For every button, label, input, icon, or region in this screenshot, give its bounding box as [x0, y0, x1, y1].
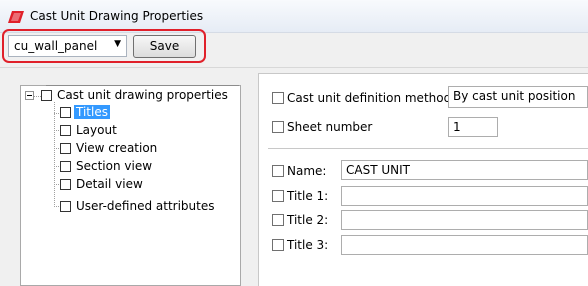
tree-header-line	[46, 85, 239, 86]
toolbar-divider	[0, 67, 588, 68]
tree-connector	[54, 148, 59, 149]
title1-checkbox[interactable]	[272, 190, 284, 202]
name-input[interactable]: CAST UNIT	[341, 160, 588, 180]
definition-method-label: Cast unit definition method	[287, 91, 452, 105]
group-divider	[268, 148, 588, 149]
tree-item-layout-checkbox[interactable]	[60, 125, 71, 136]
tree-connector	[54, 102, 55, 207]
tree-item-view-creation-checkbox[interactable]	[60, 143, 71, 154]
tree-root-label[interactable]: Cast unit drawing properties	[57, 88, 228, 102]
chevron-down-icon[interactable]: ▼	[114, 39, 121, 49]
tree-item-detail-view[interactable]: Detail view	[76, 177, 143, 191]
tree-connector	[54, 166, 59, 167]
title2-checkbox[interactable]	[272, 214, 284, 226]
tree-item-view-creation[interactable]: View creation	[76, 141, 157, 155]
tree-connector	[34, 96, 41, 97]
sheet-number-label: Sheet number	[287, 120, 373, 134]
definition-method-checkbox[interactable]	[272, 92, 284, 104]
preset-select[interactable]: cu_wall_panel ▼	[8, 35, 127, 57]
title3-label: Title 3:	[287, 238, 329, 252]
collapse-icon[interactable]	[25, 91, 34, 100]
title2-input[interactable]	[341, 210, 588, 230]
preset-select-value: cu_wall_panel	[14, 39, 98, 53]
name-checkbox[interactable]	[272, 165, 284, 177]
title1-input[interactable]	[341, 186, 588, 206]
tree-connector	[54, 113, 59, 114]
tree-item-section-view[interactable]: Section view	[76, 159, 152, 173]
save-button[interactable]: Save	[133, 35, 196, 58]
app-logo-icon	[8, 11, 24, 23]
definition-method-select[interactable]: By cast unit position	[448, 86, 588, 108]
window-title: Cast Unit Drawing Properties	[30, 9, 204, 23]
title3-checkbox[interactable]	[272, 239, 284, 251]
name-label: Name:	[287, 164, 327, 178]
title1-label: Title 1:	[287, 189, 329, 203]
tree-item-user-defined-attributes[interactable]: User-defined attributes	[76, 199, 215, 213]
tree-item-section-view-checkbox[interactable]	[60, 161, 71, 172]
tree-item-uda-checkbox[interactable]	[60, 201, 71, 212]
tree-root-checkbox[interactable]	[41, 90, 52, 101]
tree-connector	[54, 184, 59, 185]
tree-item-detail-view-checkbox[interactable]	[60, 179, 71, 190]
tree-item-titles[interactable]: Titles	[74, 105, 110, 119]
sheet-number-checkbox[interactable]	[272, 121, 284, 133]
title3-input[interactable]	[341, 235, 588, 255]
tree-item-layout[interactable]: Layout	[76, 123, 117, 137]
tree-connector	[54, 130, 59, 131]
tree-item-label: Titles	[74, 105, 110, 119]
tree-connector	[54, 206, 59, 207]
tree-item-titles-checkbox[interactable]	[60, 107, 71, 118]
sheet-number-input[interactable]: 1	[448, 117, 498, 137]
title2-label: Title 2:	[287, 213, 329, 227]
